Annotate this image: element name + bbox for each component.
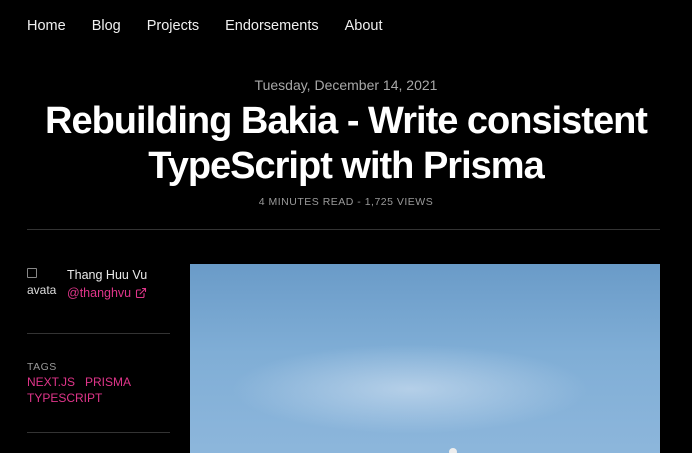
author-handle-text: @thanghvu: [67, 286, 132, 300]
sky-haze: [230, 344, 590, 434]
external-link-icon: [136, 287, 147, 299]
post-date: Tuesday, December 14, 2021: [254, 77, 438, 93]
nav-home[interactable]: Home: [27, 18, 66, 34]
tag-list: NEXT.JS PRISMA TYPESCRIPT: [27, 375, 170, 405]
nav-blog[interactable]: Blog: [92, 18, 121, 34]
post-meta: 4 MINUTES READ - 1,725 VIEWS: [258, 196, 434, 208]
post-title-line2: TypeScript with Prisma: [148, 145, 544, 187]
hero-image: [190, 264, 660, 453]
hero-image-detail: [449, 448, 457, 453]
top-nav: Home Blog Projects Endorsements About: [27, 18, 409, 34]
nav-endorsements[interactable]: Endorsements: [225, 18, 319, 34]
tag-prisma[interactable]: PRISMA: [85, 375, 131, 389]
broken-image-icon: [27, 268, 37, 278]
sidebar-divider-bottom: [27, 432, 170, 433]
avatar: avata: [27, 268, 61, 302]
avatar-alt-text: avata: [27, 283, 57, 297]
post-title: Rebuilding Bakia - Write consistent Type…: [0, 99, 692, 189]
author-handle-link[interactable]: @thanghvu: [67, 286, 147, 300]
header-divider: [27, 229, 660, 230]
tags-label: TAGS: [27, 361, 57, 373]
tag-typescript[interactable]: TYPESCRIPT: [27, 391, 102, 405]
sidebar-divider: [27, 333, 170, 334]
tag-nextjs[interactable]: NEXT.JS: [27, 375, 75, 389]
author-name: Thang Huu Vu: [67, 268, 148, 282]
nav-about[interactable]: About: [345, 18, 383, 34]
post-title-line1: Rebuilding Bakia - Write consistent: [45, 100, 648, 142]
nav-projects[interactable]: Projects: [147, 18, 199, 34]
